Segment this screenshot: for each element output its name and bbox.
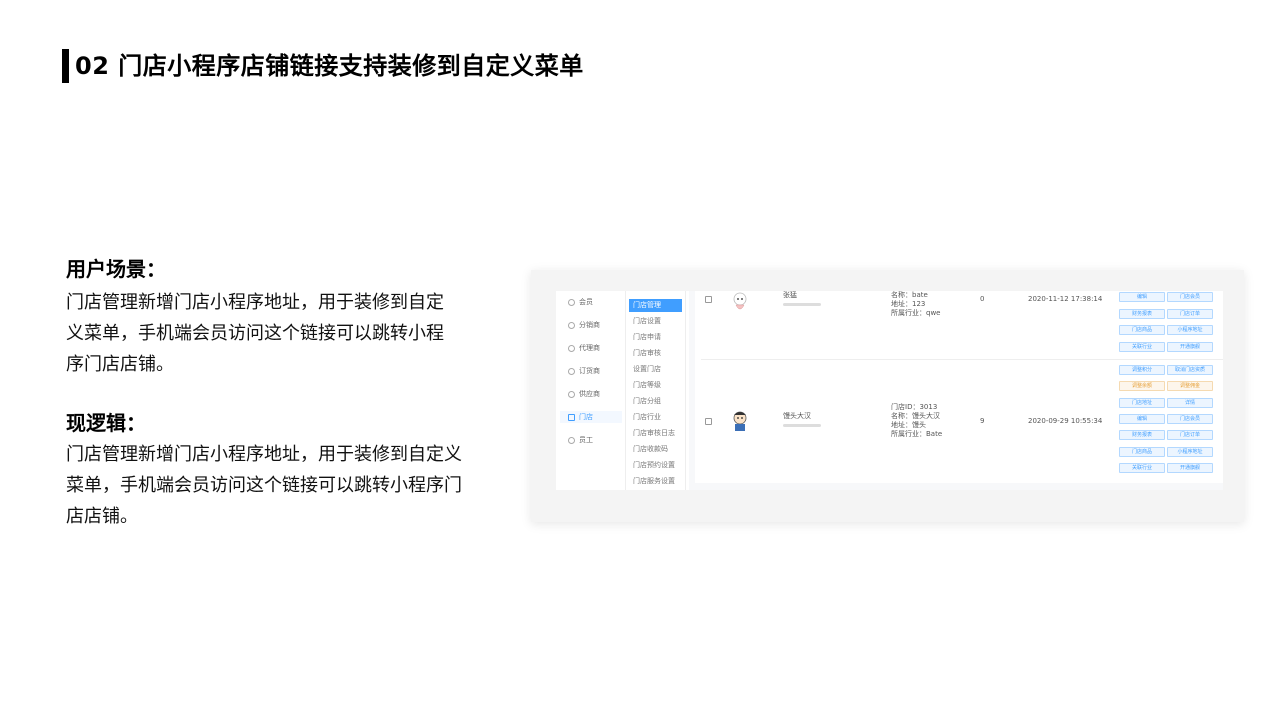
store-list-area: 张猛 名称：bate 地址：123 所属行业：qwe 0 2020-11-12 … — [689, 291, 1223, 490]
agent-icon — [568, 344, 575, 352]
row-checkbox[interactable] — [705, 418, 712, 425]
row-action-button[interactable]: 门店订单 — [1167, 308, 1213, 319]
store-owner-name: 张猛 — [783, 291, 821, 306]
supplier-icon — [568, 390, 575, 398]
row-action-button[interactable]: 门店订单 — [1167, 430, 1213, 441]
store-info: 门店ID：3013 名称：馒头大汉 地址：馒头 所属行业：Bate — [891, 403, 943, 438]
row-action-button[interactable]: 编辑 — [1119, 413, 1165, 424]
sidebar-item-agent[interactable]: 代理商 — [568, 342, 600, 354]
user-scenario-text: 门店管理新增门店小程序地址，用于装修到自定 义菜单，手机端会员访问这个链接可以跳… — [66, 287, 466, 380]
store-info: 名称：bate 地址：123 所属行业：qwe — [891, 291, 941, 317]
store-table: 张猛 名称：bate 地址：123 所属行业：qwe 0 2020-11-12 … — [695, 291, 1223, 483]
current-logic-text: 门店管理新增门店小程序地址，用于装修到自定义 菜单，手机端会员访问这个链接可以跳… — [66, 439, 484, 532]
user-scenario-line: 序门店店铺。 — [66, 354, 174, 375]
submenu-store-industry[interactable]: 门店行业 — [629, 411, 682, 424]
blurred-phone — [783, 424, 821, 427]
row-action-button[interactable]: 调整积分 — [1119, 365, 1165, 375]
submenu-store-review[interactable]: 门店审核 — [629, 347, 682, 360]
current-logic-line: 门店管理新增门店小程序地址，用于装修到自定义 — [66, 444, 462, 465]
current-logic-line: 店店铺。 — [66, 506, 138, 527]
avatar — [729, 409, 751, 431]
sidebar-item-store[interactable]: 门店 — [560, 411, 622, 423]
member-count: 9 — [980, 417, 985, 425]
row-action-button[interactable]: 财务报表 — [1119, 430, 1165, 441]
user-scenario-line: 门店管理新增门店小程序地址，用于装修到自定 — [66, 292, 444, 313]
row-action-button[interactable]: 取消门店资质 — [1167, 365, 1213, 375]
created-time: 2020-11-12 17:38:14 — [1028, 295, 1103, 303]
user-icon — [568, 298, 575, 306]
row-action-button[interactable]: 门店会员 — [1167, 413, 1213, 424]
submenu-store-review-log[interactable]: 门店审核日志 — [629, 427, 682, 440]
store-owner-name: 馒头大汉 — [783, 412, 821, 427]
row-action-button[interactable]: 编辑 — [1119, 292, 1165, 302]
row-action-button[interactable]: 门店地址 — [1119, 397, 1165, 408]
page-title: 02 门店小程序店铺链接支持装修到自定义菜单 — [75, 52, 584, 80]
store-submenu: 门店管理 门店设置 门店申请 门店审核 设置门店 门店等级 门店分组 门店行业 … — [627, 291, 686, 490]
submenu-store-booking-settings[interactable]: 门店预约设置 — [629, 459, 682, 472]
submenu-store-group[interactable]: 门店分组 — [629, 395, 682, 408]
row-action-button[interactable]: 门店商品 — [1119, 325, 1165, 335]
submenu-store-level[interactable]: 门店等级 — [629, 379, 682, 392]
row-checkbox[interactable] — [705, 296, 712, 303]
blurred-phone — [783, 303, 821, 306]
submenu-set-store[interactable]: 设置门店 — [629, 363, 682, 376]
avatar — [729, 291, 751, 313]
row-action-button[interactable]: 详情 — [1167, 397, 1213, 408]
row-action-button[interactable]: 调整余额 — [1119, 381, 1165, 392]
title-accent-bar — [62, 49, 69, 83]
submenu-store-application[interactable]: 门店申请 — [629, 331, 682, 344]
sidebar-item-staff[interactable]: 员工 — [568, 434, 593, 446]
submenu-store-settings[interactable]: 门店设置 — [629, 315, 682, 328]
row-action-button[interactable]: 小程序地址 — [1167, 325, 1213, 335]
sidebar-item-supplier[interactable]: 供应商 — [568, 388, 600, 400]
created-time: 2020-09-29 10:55:34 — [1028, 417, 1103, 425]
admin-app: 会员 分销商 代理商 订货商 供应商 门店 员工 门店管理 门店设置 门店申请 … — [556, 291, 1223, 490]
staff-icon — [568, 436, 575, 444]
distributor-icon — [568, 321, 575, 329]
order-icon — [568, 367, 575, 375]
current-logic-line: 菜单，手机端会员访问这个链接可以跳转小程序门 — [66, 475, 462, 496]
current-logic-heading: 现逻辑： — [66, 411, 146, 435]
user-scenario-heading: 用户场景： — [66, 257, 166, 281]
member-count: 0 — [980, 295, 985, 303]
row-action-button[interactable]: 关联行业 — [1119, 462, 1165, 473]
sidebar-item-distributor[interactable]: 分销商 — [568, 319, 600, 331]
row-action-button[interactable]: 开通旗舰 — [1167, 341, 1213, 352]
row-action-button[interactable]: 财务报表 — [1119, 308, 1165, 319]
sidebar-item-member[interactable]: 会员 — [568, 296, 593, 308]
row-action-button[interactable]: 门店商品 — [1119, 446, 1165, 457]
store-icon — [568, 413, 575, 421]
row-action-button[interactable]: 关联行业 — [1119, 341, 1165, 352]
sidebar-item-order-dealer[interactable]: 订货商 — [568, 365, 600, 377]
row-action-button[interactable]: 门店会员 — [1167, 292, 1213, 302]
row-action-button[interactable]: 调整佣金 — [1167, 381, 1213, 392]
row-action-button[interactable]: 开通旗舰 — [1167, 462, 1213, 473]
submenu-store-service-settings[interactable]: 门店服务设置 — [629, 475, 682, 488]
row-action-button[interactable]: 小程序地址 — [1167, 446, 1213, 457]
submenu-store-payment-code[interactable]: 门店收款码 — [629, 443, 682, 456]
row-divider — [701, 359, 1223, 360]
admin-screenshot: 会员 分销商 代理商 订货商 供应商 门店 员工 门店管理 门店设置 门店申请 … — [531, 270, 1244, 522]
user-scenario-line: 义菜单，手机端会员访问这个链接可以跳转小程 — [66, 323, 444, 344]
primary-sidebar: 会员 分销商 代理商 订货商 供应商 门店 员工 — [556, 291, 626, 490]
submenu-store-management[interactable]: 门店管理 — [629, 299, 682, 312]
